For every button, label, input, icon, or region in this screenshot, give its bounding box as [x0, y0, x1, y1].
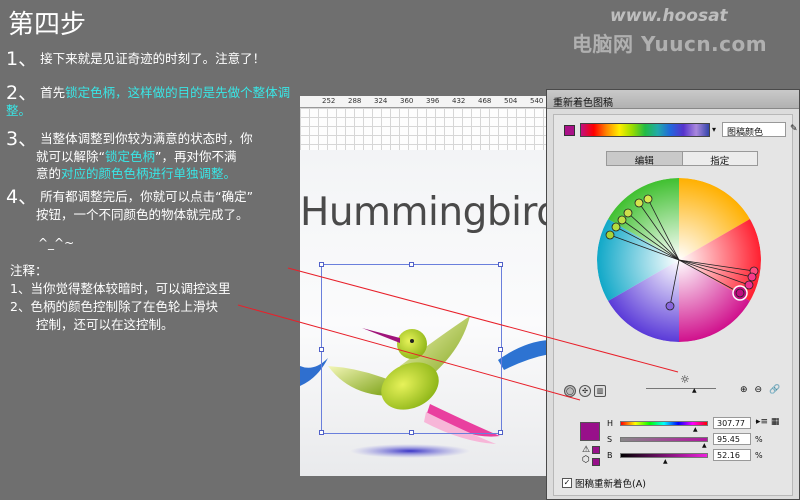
mode-tabs: 编辑 指定 — [606, 151, 758, 167]
step-1-text: 接下来就是见证奇迹的时刻了。注意了！ — [40, 51, 266, 66]
note-item-2: 2、色柄的颜色控制除了在色轮上滑块 — [10, 299, 218, 314]
brightness-value-thumb[interactable]: ▲ — [663, 458, 668, 465]
step-3-line-2-highlight: 锁定色柄 — [104, 149, 155, 164]
brightness-unit: % — [755, 451, 763, 460]
resize-handle[interactable] — [319, 430, 324, 435]
resize-handle[interactable] — [409, 430, 414, 435]
menu-icon[interactable]: ▸≡ ▦ — [756, 417, 779, 427]
sun-icon: ☼ — [680, 373, 690, 386]
step-4: 4、 所有都调整完后，你就可以点击“确定” 按钮，一个不同颜色的物体就完成了。 — [6, 188, 253, 223]
ruler-label: 360 — [400, 97, 414, 105]
lock-icon[interactable]: 🔗 — [769, 385, 780, 395]
wheel-action-icons: ⊕ ⊖ 🔗 — [740, 385, 780, 395]
brightness-slider-thumb[interactable]: ▲ — [692, 387, 697, 394]
ruler-label: 540 — [530, 97, 544, 105]
note-heading: 注释： — [10, 263, 48, 278]
ruler-label: 324 — [374, 97, 388, 105]
resize-handle[interactable] — [319, 262, 324, 267]
step-3-line-3a: 意的 — [36, 166, 62, 181]
smooth-wheel-icon[interactable]: ◯ — [564, 385, 576, 397]
preset-name-field[interactable]: 图稿颜色 — [722, 122, 786, 138]
eyedropper-icon[interactable]: ✎ — [790, 124, 798, 134]
check-icon[interactable]: ✓ — [562, 478, 572, 488]
cube-icon[interactable]: ⬡ — [582, 455, 590, 465]
dialog-title[interactable]: 重新着色图稿 — [547, 90, 799, 109]
step-2-prefix: 首先 — [40, 85, 66, 100]
hue-label: H — [607, 419, 614, 428]
resize-handle[interactable] — [498, 262, 503, 267]
step-2: 2、 首先锁定色柄，这样做的目的是先做个整体调整。 — [6, 84, 306, 119]
brightness-label: B — [607, 451, 613, 460]
step-1: 1、 接下来就是见证奇迹的时刻了。注意了！ — [6, 48, 266, 70]
add-color-icon[interactable]: ⊕ — [740, 385, 748, 395]
step-3-line-1: 当整体调整到你较为满意的状态时，你 — [40, 131, 253, 146]
step-4-number: 4、 — [6, 186, 38, 208]
note-item-3: 控制，还可以在这控制。 — [36, 317, 174, 332]
hue-value[interactable]: 307.77 — [713, 417, 751, 429]
ruler-label: 504 — [504, 97, 518, 105]
warning-icon[interactable]: ⚠ — [582, 445, 590, 455]
tab-edit[interactable]: 编辑 — [607, 152, 683, 167]
smiley-text: ^_^~ — [38, 236, 75, 250]
saturation-slider[interactable] — [620, 437, 708, 442]
ruler-label: 288 — [348, 97, 362, 105]
saturation-row: S ▲ 95.45 % — [607, 433, 797, 449]
step-3: 3、 当整体调整到你较为满意的状态时，你 就可以解除“锁定色柄”，再对你不满 意的… — [6, 130, 253, 182]
step-3-line-2b: ”，再对你不满 — [155, 149, 237, 164]
color-group-swatch[interactable] — [564, 125, 575, 136]
color-bars-icon[interactable]: ▥ — [594, 385, 606, 397]
dialog-content: ▾ 图稿颜色 ✎ 编辑 指定 ☼ ▲ ◯ ✣ ▥ ⊕ ⊖ 🔗 ⚠ ⬡ H ▲ 3… — [553, 114, 798, 496]
brightness-value-row: B ▲ 52.16 % — [607, 449, 797, 465]
chevron-down-icon[interactable]: ▾ — [712, 125, 716, 134]
saturation-unit: % — [755, 435, 763, 444]
step-4-line-1: 所有都调整完后，你就可以点击“确定” — [40, 189, 254, 204]
step-title: 第四步 — [8, 10, 87, 40]
step-2-number: 2、 — [6, 82, 38, 104]
resize-handle[interactable] — [498, 347, 503, 352]
recolor-artwork-option[interactable]: ✓ 图稿重新着色(A) — [562, 476, 646, 490]
step-3-line-3-highlight: 对应的颜色色柄进行单独调整。 — [61, 166, 237, 181]
saturation-thumb[interactable]: ▲ — [702, 442, 707, 449]
tab-assign[interactable]: 指定 — [682, 152, 757, 167]
segmented-wheel-icon[interactable]: ✣ — [579, 385, 591, 397]
wheel-mode-icons: ◯ ✣ ▥ — [564, 385, 606, 397]
gamut-swatch[interactable] — [592, 446, 600, 454]
step-1-number: 1、 — [6, 48, 38, 70]
artboard[interactable]: 252 288 324 360 396 432 468 504 540 Humm… — [300, 96, 550, 476]
ruler-label: 468 — [478, 97, 492, 105]
selection-bounding-box[interactable] — [319, 262, 503, 435]
hue-thumb[interactable]: ▲ — [693, 426, 698, 433]
resize-handle[interactable] — [498, 430, 503, 435]
note-item-1: 1、当你觉得整体较暗时，可以调控这里 — [10, 281, 231, 296]
color-strip[interactable] — [580, 123, 710, 137]
remove-color-icon[interactable]: ⊖ — [755, 385, 763, 395]
brightness-slider-track[interactable] — [646, 388, 716, 389]
saturation-label: S — [607, 435, 613, 444]
saturation-value[interactable]: 95.45 — [713, 433, 751, 445]
note-block: 注释： 1、当你觉得整体较暗时，可以调控这里 2、色柄的颜色控制除了在色轮上滑块… — [10, 262, 230, 334]
recolor-artwork-label: 图稿重新着色(A) — [575, 479, 646, 490]
color-wheel[interactable] — [594, 175, 764, 345]
resize-handle[interactable] — [409, 262, 414, 267]
horizontal-ruler[interactable]: 252 288 324 360 396 432 468 504 540 — [300, 96, 550, 108]
artwork-title: Hummingbird — [300, 190, 550, 235]
watermark-main: 电脑网 Yuucn.com — [572, 32, 768, 56]
ruler-label: 432 — [452, 97, 466, 105]
step-4-line-2: 按钮，一个不同颜色的物体就完成了。 — [36, 207, 249, 222]
web-swatch[interactable] — [592, 458, 600, 466]
step-2-suffix: 。 — [18, 103, 32, 118]
current-color-swatch[interactable] — [580, 422, 600, 441]
out-of-gamut-icons: ⚠ ⬡ — [582, 445, 590, 465]
ruler-label: 252 — [322, 97, 336, 105]
recolor-artwork-dialog: 重新着色图稿 ▾ 图稿颜色 ✎ 编辑 指定 ☼ ▲ ◯ ✣ ▥ ⊕ ⊖ 🔗 ⚠ … — [546, 89, 800, 500]
brightness-value[interactable]: 52.16 — [713, 449, 751, 461]
step-3-number: 3、 — [6, 128, 38, 150]
watermark-top: www.hoosat — [610, 6, 728, 26]
resize-handle[interactable] — [319, 347, 324, 352]
ruler-label: 396 — [426, 97, 440, 105]
grid-area — [300, 108, 550, 150]
step-3-line-2a: 就可以解除“ — [36, 149, 105, 164]
